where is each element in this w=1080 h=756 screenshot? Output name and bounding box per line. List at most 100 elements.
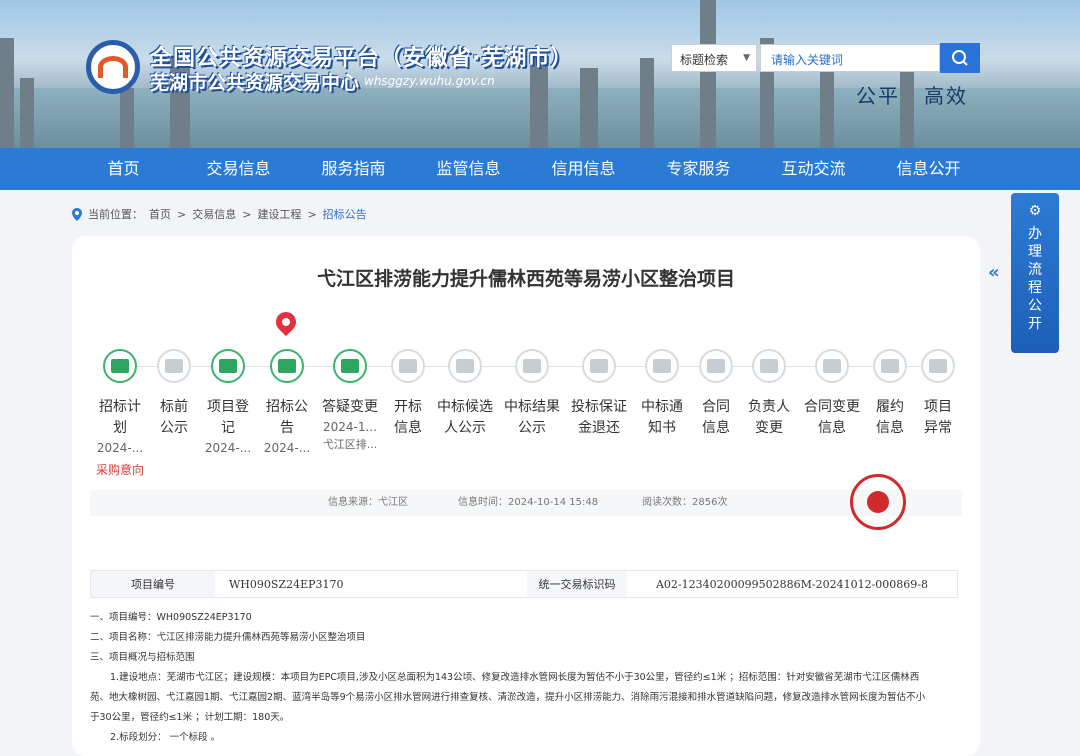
banner-building <box>120 88 134 148</box>
official-seal-icon <box>850 474 906 530</box>
nav-item-expert[interactable]: 专家服务 <box>641 148 756 190</box>
step-icon <box>399 359 417 373</box>
step-pre-bid-notice[interactable]: 标前 公示 <box>144 349 204 439</box>
search-type-select[interactable]: 标题检索 ▼ <box>671 44 757 72</box>
step-label: 开标 <box>394 399 422 415</box>
step-icon <box>881 359 899 373</box>
breadcrumb-current[interactable]: 招标公告 <box>323 206 367 222</box>
step-icon <box>707 359 725 373</box>
info-source: 信息来源：弋江区 <box>328 497 408 508</box>
breadcrumb-sep: > <box>242 207 252 221</box>
site-domain: whsggzy.wuhu.gov.cn <box>364 74 495 88</box>
body-line: 三、项目概况与招标范围 <box>90 652 195 663</box>
brand-subtitle: 芜湖市公共资源交易中心 <box>150 72 360 94</box>
step-label: 记 <box>221 420 235 436</box>
step-label: 项目登 <box>207 399 249 415</box>
banner-building <box>20 78 34 148</box>
step-icon <box>341 359 359 373</box>
step-bid-opening[interactable]: 开标 信息 <box>378 349 438 439</box>
step-label: 信息 <box>702 420 730 436</box>
banner-building <box>580 68 598 148</box>
side-panel-label: 办理流程公开 <box>1028 226 1042 332</box>
read-count: 阅读次数：2856次 <box>642 497 728 508</box>
step-project-registration[interactable]: 项目登记 2024-... <box>198 349 258 455</box>
nav-item-disclosure[interactable]: 信息公开 <box>871 148 986 190</box>
step-qa-change[interactable]: 答疑变更 2024-1... 弋江区排... <box>320 349 380 452</box>
step-icon <box>929 359 947 373</box>
body-line: 1.建设地点：芜湖市弋江区；建设规模：本项目为EPC项目,涉及小区总面积为143… <box>110 672 920 683</box>
project-number: WH090SZ24EP3170 <box>229 577 344 591</box>
step-date: 2024-... <box>204 441 252 455</box>
step-label: 信息 <box>394 420 422 436</box>
gear-icon: ⚙ <box>1028 203 1042 219</box>
step-icon <box>523 359 541 373</box>
step-date: 2024-1... <box>323 420 377 434</box>
step-label: 项目 <box>924 399 952 415</box>
site-logo[interactable] <box>86 40 140 94</box>
step-label: 标前 <box>160 399 188 415</box>
step-icon <box>653 359 671 373</box>
motto-efficient: 高效 <box>924 84 968 108</box>
step-deposit-refund[interactable]: 投标保证 金退还 <box>569 349 629 439</box>
page-title: 弋江区排涝能力提升儒林西苑等易涝小区整治项目 <box>316 268 735 290</box>
trade-code: A02-12340200099502886M-20241012-000869-8 <box>655 577 929 591</box>
table-header-project-no: 项目编号 <box>91 571 215 597</box>
step-candidate-notice[interactable]: 中标候选 人公示 <box>435 349 495 439</box>
main-nav: 首页 交易信息 服务指南 监管信息 信用信息 专家服务 互动交流 信息公开 <box>0 148 1080 190</box>
step-contract-change[interactable]: 合同变更 信息 <box>802 349 862 439</box>
step-icon <box>165 359 183 373</box>
table-header-trade-code: 统一交易标识码 <box>527 571 627 597</box>
step-bid-announcement[interactable]: 招标公告 2024-... <box>257 349 317 455</box>
nav-item-home[interactable]: 首页 <box>66 148 181 190</box>
step-label: 划 <box>113 420 127 436</box>
nav-item-interaction[interactable]: 互动交流 <box>756 148 871 190</box>
purchase-intent-link[interactable]: 采购意向 <box>90 461 150 478</box>
step-label: 中标候选 <box>437 399 493 415</box>
step-award-notice[interactable]: 中标通 知书 <box>632 349 692 439</box>
nav-item-service-guide[interactable]: 服务指南 <box>296 148 411 190</box>
step-label: 金退还 <box>578 420 620 436</box>
announcement-body: 一、项目编号：WH090SZ24EP3170 二、项目名称：弋江区排涝能力提升儒… <box>90 608 962 748</box>
search-input[interactable]: 请输入关键词 <box>760 44 940 72</box>
nav-item-trade-info[interactable]: 交易信息 <box>181 148 296 190</box>
step-project-exception[interactable]: 项目 异常 <box>908 349 968 439</box>
step-result-notice[interactable]: 中标结果 公示 <box>502 349 562 439</box>
process-disclosure-panel[interactable]: ⚙ 办理流程公开 <box>1011 193 1059 353</box>
breadcrumb-home[interactable]: 首页 <box>149 206 171 222</box>
step-label: 人公示 <box>444 420 486 436</box>
step-label: 告 <box>280 420 294 436</box>
body-line: 2.标段划分： 一个标段 。 <box>110 732 221 743</box>
project-id-table: 项目编号 WH090SZ24EP3170 统一交易标识码 A02-1234020… <box>90 570 958 598</box>
step-label: 中标通 <box>641 399 683 415</box>
info-time: 信息时间：2024-10-14 15:48 <box>458 497 599 508</box>
step-label: 信息 <box>818 420 846 436</box>
nav-item-supervision[interactable]: 监管信息 <box>411 148 526 190</box>
breadcrumb-construction[interactable]: 建设工程 <box>257 206 301 222</box>
step-icon <box>456 359 474 373</box>
step-label: 知书 <box>648 420 676 436</box>
nav-item-credit[interactable]: 信用信息 <box>526 148 641 190</box>
step-icon <box>278 359 296 373</box>
step-label: 合同 <box>702 399 730 415</box>
breadcrumb-sep: > <box>307 207 317 221</box>
breadcrumb-trade[interactable]: 交易信息 <box>192 206 236 222</box>
step-label: 异常 <box>924 420 952 436</box>
step-bidding-plan[interactable]: 招标计划 2024-... 采购意向 <box>90 349 150 478</box>
search-type-label: 标题检索 <box>680 53 729 67</box>
body-line: 二、项目名称：弋江区排涝能力提升儒林西苑等易涝小区整治项目 <box>90 632 366 643</box>
step-label: 招标公 <box>266 399 308 415</box>
step-label: 投标保证 <box>571 399 627 415</box>
step-date: 2024-... <box>263 441 311 455</box>
search-button[interactable] <box>940 43 980 73</box>
breadcrumb: 当前位置： 首页 > 交易信息 > 建设工程 > 招标公告 <box>72 206 367 222</box>
body-line: 一、项目编号：WH090SZ24EP3170 <box>90 612 252 623</box>
step-label: 答疑变更 <box>322 399 378 415</box>
breadcrumb-prefix: 当前位置： <box>88 208 143 221</box>
step-manager-change[interactable]: 负责人 变更 <box>739 349 799 439</box>
collapse-chevron-icon[interactable]: « <box>988 262 1000 283</box>
step-contract-info[interactable]: 合同 信息 <box>686 349 746 439</box>
breadcrumb-sep: > <box>177 207 187 221</box>
step-icon <box>823 359 841 373</box>
chevron-down-icon: ▼ <box>743 53 750 63</box>
location-pin-icon <box>72 207 82 221</box>
